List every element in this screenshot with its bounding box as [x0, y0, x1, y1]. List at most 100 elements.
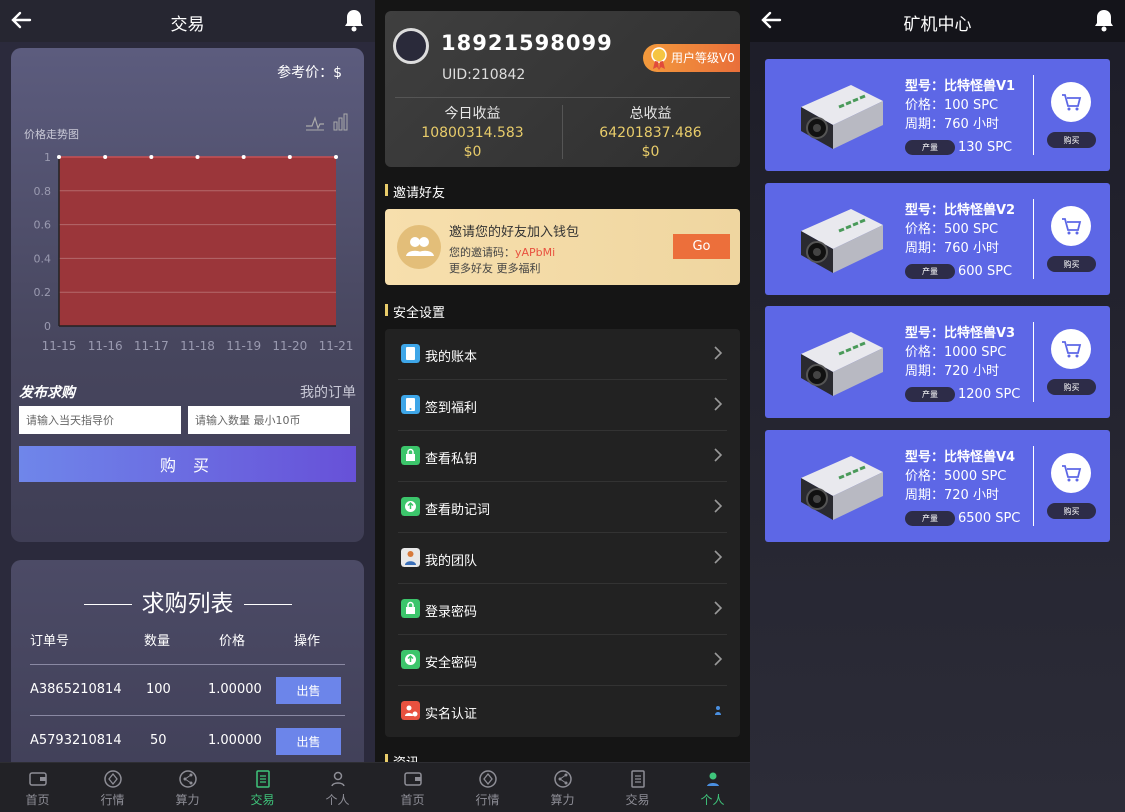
- invite-card: 邀请您的好友加入钱包 您的邀请码：yAPbMi 更多好友 更多福利 Go: [385, 209, 740, 285]
- miner-model: 型号：比特怪兽V1: [905, 79, 1016, 94]
- tab-home[interactable]: 首页: [0, 763, 75, 812]
- buy-button[interactable]: 购 买: [19, 446, 356, 482]
- output-amount: 130 SPC: [958, 140, 1013, 155]
- mining-machine-icon: [801, 456, 883, 520]
- invite-more: 更多好友 更多福利: [449, 262, 541, 275]
- output-badge: 产量: [905, 511, 955, 526]
- sell-button[interactable]: 出售: [276, 677, 341, 704]
- miner-model: 型号：比特怪兽V4: [905, 450, 1016, 465]
- miner-topbar: 矿机中心: [750, 0, 1125, 42]
- buy-button[interactable]: 购买: [1047, 132, 1096, 148]
- sidebar-item-ledger[interactable]: 我的账本: [398, 329, 727, 380]
- sidebar-item-security-password[interactable]: 安全密码: [398, 635, 727, 686]
- tab-trade[interactable]: 交易: [600, 763, 675, 812]
- cart-button[interactable]: [1051, 82, 1091, 122]
- sidebar-item-private-key[interactable]: 查看私钥: [398, 431, 727, 482]
- tab-label: 交易: [250, 793, 275, 807]
- table-row: A3865210814 100 1.00000 出售: [30, 664, 345, 715]
- tab-home[interactable]: 首页: [375, 763, 450, 812]
- avatar[interactable]: [393, 28, 429, 64]
- invite-code-line: 您的邀请码：yAPbMi: [449, 244, 555, 260]
- list-item-label: 登录密码: [425, 605, 478, 620]
- order-id: A3865210814: [30, 682, 122, 697]
- trade-topbar: 交易: [0, 0, 375, 42]
- user-id: UID:210842: [442, 67, 526, 83]
- buy-button[interactable]: 购买: [1047, 256, 1096, 272]
- tab-label: 行情: [475, 793, 500, 807]
- today-earnings-usd: $0: [463, 144, 482, 160]
- invite-section-title: 邀请好友: [385, 182, 445, 201]
- x-tick-label: 11-21: [319, 339, 354, 353]
- sidebar-item-real-name[interactable]: 实名认证: [398, 686, 727, 737]
- wallet-icon: [403, 772, 422, 786]
- chevron-right-icon: [714, 601, 723, 615]
- tab-hashpower[interactable]: 算力: [525, 763, 600, 812]
- miner-output: 产量 130 SPC: [905, 137, 1012, 159]
- mining-machine-icon: [801, 332, 883, 396]
- price-card: 参考价：$ 价格走势图 0 0.2 0.4 0.6 0.8 1 11-15 11-16 11-1…: [11, 48, 364, 542]
- cart-button[interactable]: [1051, 453, 1091, 493]
- y-tick-label: 0: [44, 320, 51, 333]
- x-tick-label: 11-18: [180, 339, 215, 353]
- y-tick-label: 1: [44, 151, 51, 164]
- buy-button[interactable]: 购买: [1047, 503, 1096, 519]
- buy-button[interactable]: 购买: [1047, 379, 1096, 395]
- list-item-label: 实名认证: [425, 707, 478, 722]
- tab-profile[interactable]: 个人: [675, 763, 750, 812]
- market-icon: [478, 770, 497, 788]
- data-point: [149, 155, 154, 159]
- data-point: [334, 155, 338, 159]
- sidebar-item-mnemonic[interactable]: 查看助记词: [398, 482, 727, 533]
- miner-card: 型号：比特怪兽V4 价格：5000 SPC 周期：720 小时 产量 6500 SPC 购…: [765, 430, 1110, 542]
- miner-model: 型号：比特怪兽V2: [905, 203, 1016, 218]
- cart-button[interactable]: [1051, 206, 1091, 246]
- sidebar-item-checkin[interactable]: 签到福利: [398, 380, 727, 431]
- miner-price: 价格：500 SPC: [905, 222, 999, 237]
- sidebar-item-team[interactable]: 我的团队: [398, 533, 727, 584]
- miner-period: 周期：760 小时: [905, 241, 999, 256]
- list-item-label: 查看私钥: [425, 452, 478, 467]
- user-level-badge: 用户等级V0: [643, 44, 740, 72]
- today-earnings-label: 今日收益: [444, 106, 501, 122]
- list-item-label: 安全密码: [425, 656, 478, 671]
- invite-code: yAPbMi: [515, 246, 556, 259]
- output-badge: 产量: [905, 140, 955, 155]
- tab-label: 交易: [625, 793, 650, 807]
- bar-chart-icon[interactable]: [333, 113, 348, 131]
- sidebar-item-login-password[interactable]: 登录密码: [398, 584, 727, 635]
- user-icon: [706, 772, 719, 786]
- line-chart-icon[interactable]: [306, 116, 324, 131]
- chart-type-switch[interactable]: [304, 112, 350, 132]
- market-icon: [103, 770, 122, 788]
- chevron-right-icon: [714, 499, 723, 513]
- quantity-input[interactable]: [188, 406, 350, 434]
- chevron-right-icon: [714, 448, 723, 462]
- bell-icon[interactable]: [1093, 8, 1115, 32]
- tab-label: 首页: [25, 793, 50, 807]
- miner-period: 周期：720 小时: [905, 364, 999, 379]
- y-tick-label: 0.6: [34, 219, 52, 232]
- price-chart: 0 0.2 0.4 0.6 0.8 1 11-15 11-16 11-17 11-18 11-19 1…: [34, 151, 354, 353]
- x-tick-label: 11-15: [42, 339, 77, 353]
- tab-market[interactable]: 行情: [450, 763, 525, 812]
- miner-price: 价格：5000 SPC: [905, 469, 1007, 484]
- tab-hashpower[interactable]: 算力: [150, 763, 225, 812]
- tab-trade[interactable]: 交易: [225, 763, 300, 812]
- list-item-label: 我的账本: [425, 350, 478, 365]
- tab-label: 个人: [700, 793, 725, 807]
- cart-button[interactable]: [1051, 329, 1091, 369]
- output-badge: 产量: [905, 264, 955, 279]
- go-button[interactable]: Go: [673, 234, 730, 259]
- y-tick-label: 0.2: [34, 286, 52, 299]
- sell-button[interactable]: 出售: [276, 728, 341, 755]
- guide-price-input[interactable]: [19, 406, 181, 434]
- chevron-right-icon: [714, 397, 723, 411]
- table-row: A5793210814 50 1.00000 出售: [30, 715, 345, 766]
- miner-period: 周期：760 小时: [905, 117, 999, 132]
- my-orders-link[interactable]: 我的订单: [300, 382, 356, 402]
- chevron-right-icon: [714, 652, 723, 666]
- total-earnings-usd: $0: [641, 144, 660, 160]
- bell-icon[interactable]: [343, 8, 365, 32]
- tab-profile[interactable]: 个人: [300, 763, 375, 812]
- tab-market[interactable]: 行情: [75, 763, 150, 812]
